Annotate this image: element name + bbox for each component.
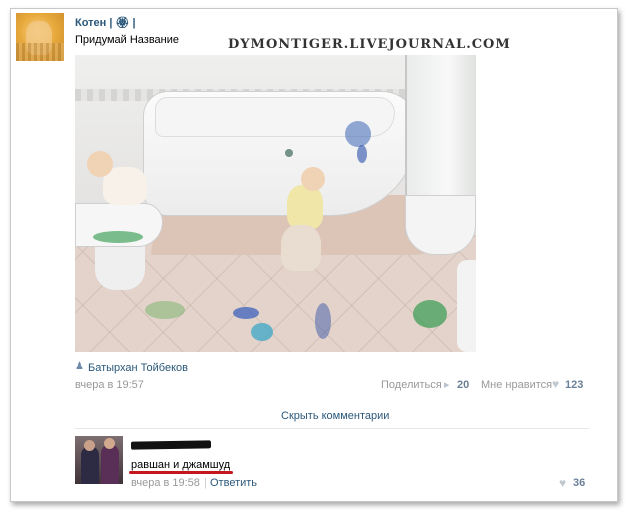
comment-avatar-figure <box>81 446 99 484</box>
megaphone-icon[interactable]: ▸ <box>444 378 450 391</box>
like-button[interactable]: Мне нравится <box>481 379 552 391</box>
avatar-stripes <box>16 43 64 61</box>
post-photo[interactable] <box>75 55 476 352</box>
paint-splat <box>345 121 371 147</box>
paint-splat <box>315 303 331 339</box>
photo-baby-right <box>287 185 323 229</box>
reply-button[interactable]: Ответить <box>210 477 257 489</box>
heart-icon[interactable]: ♥ <box>559 476 566 490</box>
paint-splat <box>285 149 293 157</box>
share-count[interactable]: 20 <box>457 379 469 391</box>
watermark: DYMONTIGER.LIVEJOURNAL.COM <box>228 37 511 52</box>
comment-avatar[interactable] <box>75 436 123 484</box>
hide-comments-link[interactable]: Скрыть комментарии <box>281 410 389 422</box>
comment-red-underline <box>129 471 233 474</box>
paint-splat <box>233 307 259 319</box>
comment-avatar-head <box>84 440 95 451</box>
comments-divider <box>75 428 589 429</box>
photo-toilet <box>457 260 476 352</box>
photo-shower-base <box>405 195 476 255</box>
comment-avatar-figure <box>101 444 119 484</box>
author-link[interactable]: Батырхан Тойбеков <box>88 362 188 374</box>
paint-splat <box>357 145 367 163</box>
comment-text: равшан и джамшуд <box>131 459 231 471</box>
share-button[interactable]: Поделиться <box>381 379 442 391</box>
photo-baby-right-legs <box>281 225 321 271</box>
comment-like-count[interactable]: 36 <box>573 477 585 489</box>
group-name-text: Котен <box>75 17 107 29</box>
paint-splat <box>251 323 273 341</box>
group-avatar[interactable] <box>16 13 64 61</box>
comment-separator: | <box>204 477 207 489</box>
photo-baby-right-head <box>301 167 325 191</box>
paint-splat <box>145 301 185 319</box>
comment-author-redacted <box>130 440 212 450</box>
group-name-extra: | 🏵 | <box>109 17 136 29</box>
comment-avatar-head <box>104 438 115 449</box>
group-name-link[interactable]: Котен | 🏵 | <box>75 16 136 29</box>
person-icon: ♟ <box>75 361 84 372</box>
paint-splat <box>413 300 447 328</box>
photo-baby-left-head <box>87 151 113 177</box>
like-count[interactable]: 123 <box>565 379 583 391</box>
post-title: Придумай Название <box>75 34 180 46</box>
paint-splat <box>93 231 143 243</box>
post-time-link[interactable]: вчера в 19:57 <box>75 379 144 391</box>
heart-icon[interactable]: ♥ <box>552 377 559 391</box>
comment-time-link[interactable]: вчера в 19:58 <box>131 477 200 489</box>
